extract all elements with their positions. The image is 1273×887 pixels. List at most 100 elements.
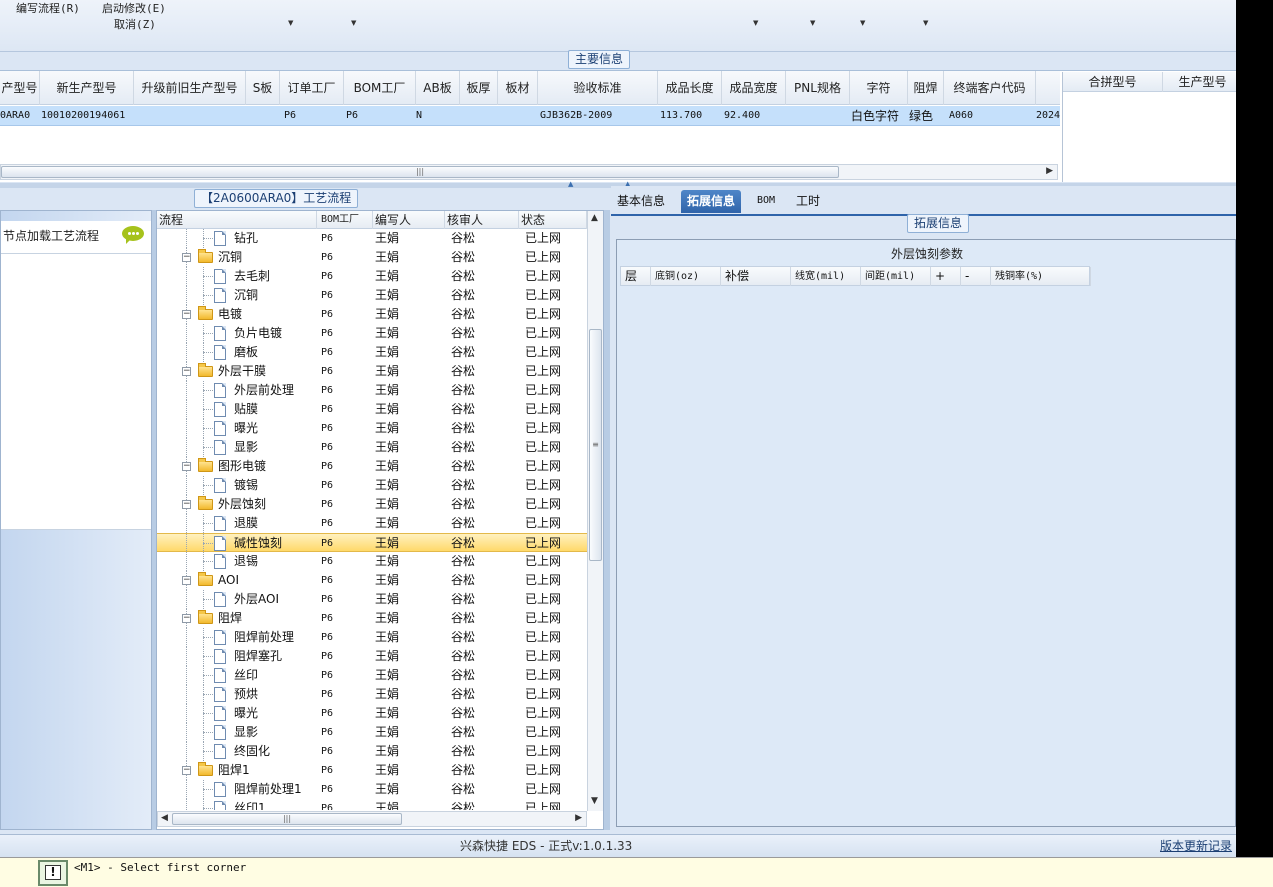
- grid-cell[interactable]: 10010200194061: [41, 106, 125, 126]
- collapse-icon[interactable]: −: [182, 766, 191, 775]
- collapse-icon[interactable]: −: [182, 367, 191, 376]
- col-header[interactable]: S板: [246, 71, 280, 105]
- col-header[interactable]: 板材: [498, 71, 538, 105]
- scroll-left-icon[interactable]: ◀: [161, 813, 168, 823]
- tree-row[interactable]: 退锡 P6 王娟 谷松 已上网: [157, 552, 587, 571]
- col-header[interactable]: 终端客户代码: [944, 71, 1036, 105]
- tree-row[interactable]: − 图形电镀 P6 王娟 谷松 已上网: [157, 457, 587, 476]
- scroll-thumb[interactable]: |||: [172, 813, 402, 825]
- col-header[interactable]: 补偿: [721, 267, 791, 286]
- col-header[interactable]: PNL规格: [786, 71, 850, 105]
- col-header[interactable]: 流程: [157, 211, 317, 229]
- grid-cell[interactable]: P6: [284, 106, 296, 126]
- tree-row[interactable]: 显影 P6 王娟 谷松 已上网: [157, 723, 587, 742]
- dropdown-arrow-icon[interactable]: ▼: [923, 19, 928, 27]
- collapse-icon[interactable]: −: [182, 310, 191, 319]
- tree-row[interactable]: − 阻焊 P6 王娟 谷松 已上网: [157, 609, 587, 628]
- tree-row[interactable]: 外层前处理 P6 王娟 谷松 已上网: [157, 381, 587, 400]
- speech-bubble-icon[interactable]: [122, 226, 144, 244]
- grid-cell[interactable]: A060: [949, 106, 973, 126]
- tree-row[interactable]: 贴膜 P6 王娟 谷松 已上网: [157, 400, 587, 419]
- collapse-icon[interactable]: −: [182, 253, 191, 262]
- tree-row[interactable]: 阻焊前处理 P6 王娟 谷松 已上网: [157, 628, 587, 647]
- col-header[interactable]: 生产型号: [1163, 72, 1236, 92]
- col-header[interactable]: AB板: [416, 71, 460, 105]
- collapse-icon[interactable]: −: [182, 462, 191, 471]
- tree-row-selected[interactable]: 碱性蚀刻 P6 王娟 谷松 已上网: [157, 533, 587, 552]
- tree-row[interactable]: 退膜 P6 王娟 谷松 已上网: [157, 514, 587, 533]
- node-list[interactable]: [1, 253, 151, 530]
- tab-work-hours[interactable]: 工时: [790, 190, 826, 213]
- col-header[interactable]: 间距(mil): [861, 267, 931, 286]
- collapse-icon[interactable]: −: [182, 576, 191, 585]
- tree-row[interactable]: 磨板 P6 王娟 谷松 已上网: [157, 343, 587, 362]
- dropdown-arrow-icon[interactable]: ▼: [351, 19, 356, 27]
- tree-row[interactable]: 曝光 P6 王娟 谷松 已上网: [157, 419, 587, 438]
- table-row[interactable]: 0ARA0 10010200194061 P6 P6 N GJB362B-200…: [0, 106, 1060, 126]
- tree-row[interactable]: 曝光 P6 王娟 谷松 已上网: [157, 704, 587, 723]
- col-header[interactable]: BOM工厂: [319, 211, 373, 229]
- version-history-link[interactable]: 版本更新记录: [1160, 835, 1232, 857]
- dropdown-arrow-icon[interactable]: ▼: [860, 19, 865, 27]
- tree-row[interactable]: − 外层干膜 P6 王娟 谷松 已上网: [157, 362, 587, 381]
- tree-row[interactable]: 丝印 P6 王娟 谷松 已上网: [157, 666, 587, 685]
- col-header[interactable]: 编写人: [373, 211, 445, 229]
- col-header[interactable]: 合拼型号: [1063, 72, 1163, 92]
- tree-row[interactable]: 镀锡 P6 王娟 谷松 已上网: [157, 476, 587, 495]
- col-header[interactable]: 产型号: [0, 71, 40, 105]
- horizontal-scrollbar[interactable]: ◀ ||| ▶: [157, 811, 587, 827]
- collapse-up-icon[interactable]: ▲: [568, 180, 573, 188]
- grid-cell[interactable]: 0ARA0: [0, 106, 30, 126]
- tab-bom[interactable]: BOM: [751, 190, 781, 213]
- tree-row[interactable]: − AOI P6 王娟 谷松 已上网: [157, 571, 587, 590]
- col-header[interactable]: 成品宽度: [722, 71, 786, 105]
- col-header[interactable]: 验收标准: [538, 71, 658, 105]
- col-header[interactable]: 层: [621, 267, 651, 286]
- dropdown-arrow-icon[interactable]: ▼: [288, 19, 293, 27]
- col-header[interactable]: 升级前旧生产型号: [134, 71, 246, 105]
- col-header[interactable]: BOM工厂: [344, 71, 416, 105]
- dropdown-arrow-icon[interactable]: ▼: [810, 19, 815, 27]
- write-process-button[interactable]: 编写流程(R): [16, 0, 80, 16]
- collapse-icon[interactable]: −: [182, 614, 191, 623]
- tab-basic-info[interactable]: 基本信息: [611, 190, 671, 213]
- dropdown-arrow-icon[interactable]: ▼: [753, 19, 758, 27]
- tree-row[interactable]: − 电镀 P6 王娟 谷松 已上网: [157, 305, 587, 324]
- tree-row[interactable]: 阻焊塞孔 P6 王娟 谷松 已上网: [157, 647, 587, 666]
- tree-row[interactable]: 阻焊前处理1 P6 王娟 谷松 已上网: [157, 780, 587, 799]
- grid-cell[interactable]: N: [416, 106, 422, 126]
- grid-cell[interactable]: 113.700: [660, 106, 702, 126]
- vertical-splitter[interactable]: [604, 210, 610, 830]
- grid-cell[interactable]: 92.400: [724, 106, 760, 126]
- col-header[interactable]: 阻焊: [908, 71, 944, 105]
- horizontal-scrollbar[interactable]: ||| ▶: [0, 164, 1058, 180]
- tree-row[interactable]: 钻孔 P6 王娟 谷松 已上网: [157, 229, 587, 248]
- col-header[interactable]: 底铜(oz): [651, 267, 721, 286]
- col-header[interactable]: 订单工厂: [280, 71, 344, 105]
- collapse-icon[interactable]: −: [182, 500, 191, 509]
- col-header[interactable]: 线宽(mil): [791, 267, 861, 286]
- warning-icon[interactable]: !: [38, 860, 68, 886]
- scroll-thumb[interactable]: |||: [1, 166, 839, 178]
- scroll-up-icon[interactable]: ▲: [591, 213, 598, 223]
- grid-cell[interactable]: P6: [346, 106, 358, 126]
- grid-cell[interactable]: 绿色: [909, 106, 933, 126]
- col-header[interactable]: 新生产型号: [40, 71, 134, 105]
- col-header[interactable]: 板厚: [460, 71, 498, 105]
- tree-row[interactable]: − 沉铜 P6 王娟 谷松 已上网: [157, 248, 587, 267]
- tree-row[interactable]: − 阻焊1 P6 王娟 谷松 已上网: [157, 761, 587, 780]
- grid-cell[interactable]: GJB362B-2009: [540, 106, 612, 126]
- scroll-right-icon[interactable]: ▶: [1046, 166, 1053, 176]
- tree-row[interactable]: 去毛刺 P6 王娟 谷松 已上网: [157, 267, 587, 286]
- cancel-button[interactable]: 取消(Z): [114, 16, 156, 32]
- tree-row[interactable]: 外层AOI P6 王娟 谷松 已上网: [157, 590, 587, 609]
- col-header[interactable]: +: [931, 267, 961, 286]
- tree-row[interactable]: 显影 P6 王娟 谷松 已上网: [157, 438, 587, 457]
- col-header[interactable]: 状态: [519, 211, 587, 229]
- col-header[interactable]: -: [961, 267, 991, 286]
- col-header[interactable]: 核审人: [445, 211, 519, 229]
- tab-extended-info[interactable]: 拓展信息: [681, 190, 742, 213]
- tree-row[interactable]: − 外层蚀刻 P6 王娟 谷松 已上网: [157, 495, 587, 514]
- tree-row[interactable]: 预烘 P6 王娟 谷松 已上网: [157, 685, 587, 704]
- scroll-thumb[interactable]: ≡: [589, 329, 602, 561]
